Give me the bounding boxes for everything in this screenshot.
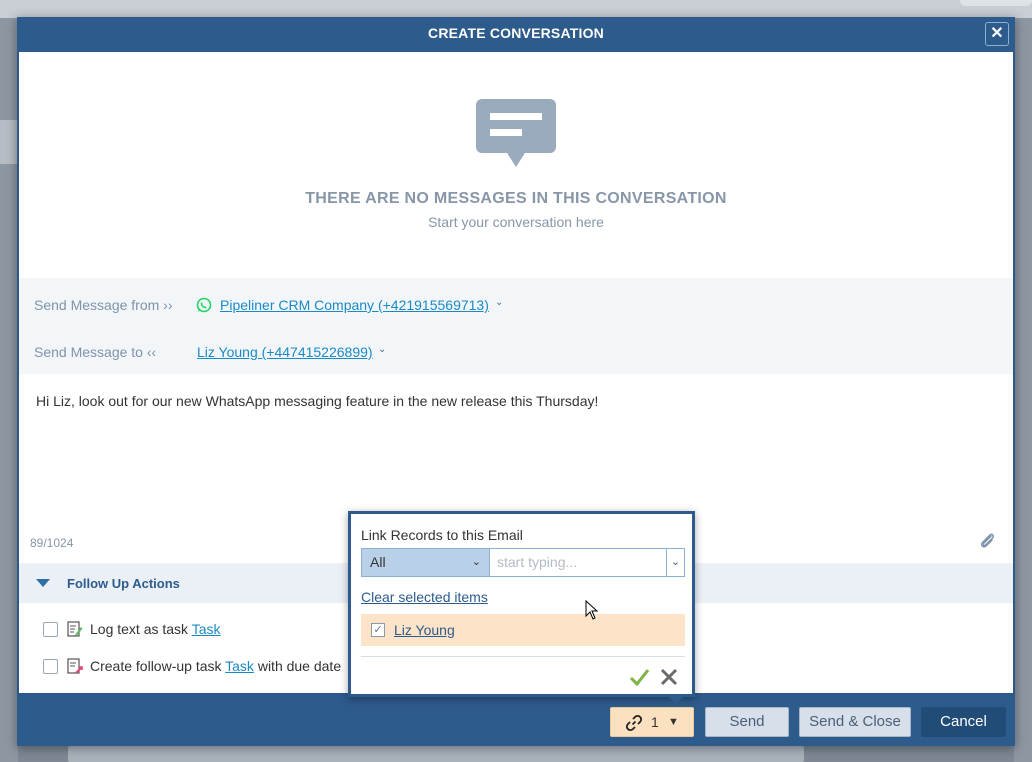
divider	[361, 656, 685, 657]
selected-record-item[interactable]: ✓ Liz Young	[361, 614, 685, 646]
character-count: 89/1024	[30, 536, 74, 550]
create-task-checkbox[interactable]	[43, 659, 58, 674]
log-task-checkbox[interactable]	[43, 622, 58, 637]
chevron-down-icon: ▼	[668, 716, 679, 728]
send-from-label: Send Message from ››	[34, 297, 173, 313]
send-to-value[interactable]: Liz Young (+447415226899)	[197, 344, 373, 360]
chevron-down-icon[interactable]: ⌄	[378, 345, 388, 355]
link-records-popup: Link Records to this Email All ⌄ start t…	[348, 511, 695, 697]
whatsapp-icon	[196, 297, 212, 313]
record-label[interactable]: Liz Young	[394, 622, 455, 638]
cancel-button[interactable]: Cancel	[921, 707, 1006, 737]
close-button[interactable]: ✕	[985, 22, 1009, 46]
dialog-title: CREATE CONVERSATION	[428, 25, 604, 41]
task-link[interactable]: Task	[192, 621, 221, 637]
clear-selected-link[interactable]: Clear selected items	[361, 589, 488, 605]
follow-up-suffix: with due date	[253, 658, 342, 674]
link-records-button[interactable]: 1 ▼	[610, 707, 694, 737]
paperclip-icon[interactable]	[977, 531, 997, 551]
empty-state-subtitle: Start your conversation here	[428, 214, 604, 230]
dialog-footer: 1 ▼ Send Send & Close Cancel	[17, 695, 1015, 746]
link-count: 1	[651, 714, 659, 730]
task-edit-icon	[67, 621, 83, 637]
collapse-arrow-icon[interactable]	[36, 579, 50, 587]
message-textarea[interactable]: Hi Liz, look out for our new WhatsApp me…	[19, 388, 1013, 528]
popup-pointer	[669, 697, 683, 704]
confirm-check-icon[interactable]	[628, 666, 650, 688]
cancel-x-icon[interactable]	[660, 668, 678, 686]
send-and-close-button[interactable]: Send & Close	[799, 707, 911, 737]
record-search-input[interactable]: start typing... ⌄	[489, 548, 685, 577]
background-sidebar	[0, 18, 18, 762]
chevron-down-icon[interactable]: ⌄	[666, 549, 684, 576]
empty-state: THERE ARE NO MESSAGES IN THIS CONVERSATI…	[19, 52, 1013, 278]
send-to-label: Send Message to ‹‹	[34, 344, 157, 360]
follow-up-text: Create follow-up task Task with due date	[90, 658, 341, 674]
record-type-select[interactable]: All ⌄	[361, 548, 490, 577]
dialog-header: CREATE CONVERSATION ✕	[17, 17, 1015, 51]
mouse-cursor-icon	[585, 600, 599, 620]
task-create-icon	[67, 658, 83, 674]
background-bottom-bar	[68, 746, 804, 762]
send-from-value[interactable]: Pipeliner CRM Company (+421915569713)	[220, 297, 489, 313]
background-topbar	[0, 0, 1032, 18]
record-checkbox[interactable]: ✓	[371, 623, 385, 637]
follow-up-label: Create follow-up task	[90, 658, 226, 674]
popup-title: Link Records to this Email	[361, 527, 523, 543]
empty-state-title: THERE ARE NO MESSAGES IN THIS CONVERSATI…	[305, 190, 727, 207]
record-type-value: All	[370, 554, 386, 570]
chevron-down-icon: ⌄	[471, 556, 481, 568]
follow-up-label: Log text as task	[90, 621, 192, 637]
send-from-row: Send Message from ›› Pipeliner CRM Compa…	[19, 282, 1013, 328]
task-link[interactable]: Task	[225, 658, 254, 674]
follow-up-text: Log text as task Task	[90, 621, 221, 637]
follow-up-title: Follow Up Actions	[67, 576, 180, 591]
send-fields: Send Message from ›› Pipeliner CRM Compa…	[19, 278, 1013, 374]
background-right-panel	[1014, 18, 1032, 762]
send-to-row: Send Message to ‹‹ Liz Young (+447415226…	[19, 329, 1013, 375]
chat-bubble-icon	[476, 99, 556, 167]
link-icon	[625, 714, 643, 732]
background-sidebar-item	[0, 120, 18, 164]
search-placeholder: start typing...	[497, 554, 578, 570]
background-search	[960, 0, 1032, 6]
chevron-down-icon[interactable]: ⌄	[495, 298, 505, 308]
send-button[interactable]: Send	[705, 707, 789, 737]
